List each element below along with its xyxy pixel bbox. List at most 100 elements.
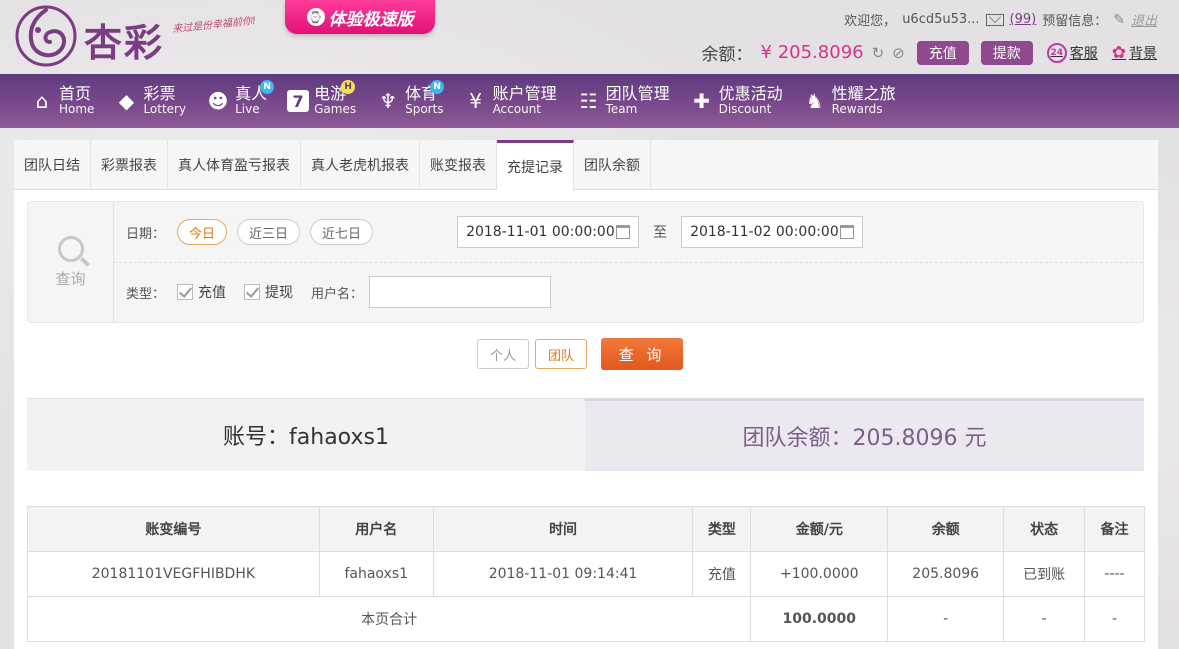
logout-link[interactable]: 退出 — [1131, 10, 1157, 29]
nav-item-rewards[interactable]: ♞ 性耀之旅 Rewards — [803, 74, 896, 128]
team-scope-button[interactable]: 团队 — [535, 339, 588, 369]
table-row: 20181101VEGFHIBDHK fahaoxs1 2018-11-01 09:… — [27, 551, 1145, 597]
nav-item-lottery[interactable]: ◆ 彩票 Lottery — [114, 74, 186, 128]
nav-label-en: Team — [605, 102, 638, 117]
column-header: 备注 — [1084, 506, 1145, 552]
date-label: 日期： — [126, 226, 166, 242]
nav-live-icon: ☻ — [207, 89, 229, 113]
nav-label-en: Discount — [718, 102, 772, 117]
amount-cell: +100.0000 — [750, 551, 889, 597]
balance-value: ¥ 205.8096 — [760, 42, 864, 63]
background-label: 背景 — [1129, 45, 1157, 62]
withdraw-checkbox-label: 提现 — [265, 285, 294, 301]
username-cell: fahaoxs1 — [318, 551, 434, 597]
nav-team-icon: ☷ — [579, 89, 598, 113]
message-count-link[interactable]: (99) — [1010, 12, 1037, 27]
nav-text: 团队管理 Team — [605, 84, 670, 117]
username-text: u6cd5u53... — [902, 12, 980, 27]
tab-5[interactable]: 充提记录 — [497, 140, 574, 191]
nav-item-home[interactable]: ⌂ 首页 Home — [30, 74, 95, 128]
background-link[interactable]: ✿ 背景 — [1112, 43, 1157, 63]
status-cell: 已到账 — [1003, 551, 1086, 597]
withdraw-button[interactable]: 提款 — [980, 40, 1033, 65]
checkbox-icon[interactable] — [244, 284, 261, 300]
personal-scope-button[interactable]: 个人 — [477, 339, 530, 369]
nav-label-en: Live — [235, 102, 260, 117]
search-side-label: 查询 — [55, 269, 86, 288]
nav-label-cn: 优惠活动 — [718, 84, 783, 104]
nav-label-cn: 账户管理 — [492, 84, 557, 104]
nav-discount-icon: ✚ — [693, 89, 710, 113]
main-nav: ⌂ 首页 Home ◆ 彩票 Lottery ☻ 真人 Live N 7 电游 Games H ♆ 体育 Spo… — [0, 74, 1179, 128]
nav-label-cn: 团队管理 — [605, 84, 670, 104]
fast-version-button[interactable]: ⌚ 体验极速版 — [285, 0, 435, 34]
calendar-icon[interactable] — [840, 225, 855, 239]
tab-0[interactable]: 团队日结 — [14, 140, 91, 190]
reserve-info-label: 预留信息： — [1042, 14, 1108, 29]
time-cell: 2018-11-01 09:14:41 — [432, 551, 694, 597]
table-total-row: 本页合计 100.0000 - - - — [26, 596, 1145, 642]
nav-text: 优惠活动 Discount — [718, 84, 783, 117]
column-header: 类型 — [692, 506, 752, 552]
type-label: 类型： — [126, 286, 166, 302]
logo-text: 杏彩 — [84, 20, 165, 65]
report-panel: 团队日结 彩票报表 真人体育盈亏报表 真人老虎机报表 账变报表 充提记录 团队余额 查询 日… — [14, 140, 1158, 649]
tab-1[interactable]: 彩票报表 — [91, 140, 168, 190]
query-button[interactable]: 查 询 — [601, 338, 684, 370]
tab-2[interactable]: 真人体育盈亏报表 — [168, 140, 301, 190]
checkbox-icon[interactable] — [177, 284, 194, 300]
nav-item-team[interactable]: ☷ 团队管理 Team — [577, 74, 670, 128]
range-today-button[interactable]: 今日 — [177, 219, 228, 245]
edit-icon[interactable]: ✎ — [1113, 12, 1125, 28]
type-cell: 充值 — [692, 551, 752, 597]
header: 杏彩 来过是份幸福前你! ⌚ 体验极速版 欢迎您， u6cd5u53... (9… — [0, 0, 1179, 74]
nav-item-account[interactable]: ¥ 账户管理 Account — [464, 74, 557, 128]
nav-item-sports[interactable]: ♆ 体育 Sports N — [376, 74, 445, 128]
nav-label-en: Account — [492, 102, 542, 117]
tab-3[interactable]: 真人老虎机报表 — [301, 140, 420, 190]
summary-bar: 账号：fahaoxs1 团队余额：205.8096 元 — [27, 398, 1144, 471]
nav-text: 账户管理 Account — [492, 84, 557, 117]
report-tabs: 团队日结 彩票报表 真人体育盈亏报表 真人老虎机报表 账变报表 充提记录 团队余额 — [14, 140, 1158, 191]
nav-badge: H — [341, 80, 356, 94]
nav-badge: N — [260, 80, 275, 94]
column-header: 余额 — [887, 506, 1005, 552]
refresh-icon[interactable]: ↻ — [872, 44, 885, 62]
logo[interactable]: 杏彩 来过是份幸福前你! — [14, 4, 274, 70]
range-3days-button[interactable]: 近三日 — [237, 219, 301, 245]
nav-games-icon: 7 — [287, 90, 310, 112]
deposit-button[interactable]: 充值 — [916, 40, 969, 65]
username-input[interactable] — [369, 276, 552, 308]
customer-service-link[interactable]: 24 客服 — [1046, 42, 1098, 63]
tab-6[interactable]: 团队余额 — [574, 140, 651, 190]
balance-label: 余额： — [701, 45, 753, 65]
nav-item-games[interactable]: 7 电游 Games H — [287, 74, 356, 128]
welcome-text: 欢迎您， — [844, 14, 897, 29]
watch-icon: ⌚ — [306, 8, 325, 26]
deposit-checkbox[interactable]: 充值 — [177, 282, 226, 302]
nav-item-discount[interactable]: ✚ 优惠活动 Discount — [690, 74, 783, 128]
nav-label-cn: 彩票 — [143, 84, 176, 104]
total-amount: 100.0000 — [750, 596, 889, 642]
withdraw-checkbox[interactable]: 提现 — [244, 282, 293, 302]
nav-label-en: Lottery — [143, 102, 187, 117]
range-7days-button[interactable]: 近七日 — [310, 219, 374, 245]
column-header: 状态 — [1003, 506, 1086, 552]
records-table: 账变编号 用户名 时间 类型 金额/元 余额 状态 备注 20181101VEGFHIBDHK… — [26, 506, 1145, 642]
column-header: 时间 — [432, 506, 694, 552]
search-form: 查询 日期： 今日 近三日 近七日 2018-11-01 00:00:00 至 … — [27, 201, 1144, 323]
mail-icon[interactable] — [985, 13, 1004, 26]
nav-label-en: Games — [314, 102, 357, 117]
nav-label-en: Rewards — [831, 102, 883, 117]
start-date-input[interactable]: 2018-11-01 00:00:00 — [457, 216, 640, 248]
total-note: - — [1084, 596, 1145, 642]
table-header-row: 账变编号 用户名 时间 类型 金额/元 余额 状态 备注 — [27, 506, 1145, 552]
user-info-bar: 欢迎您， u6cd5u53... (99) 预留信息： ✎ 退出 — [844, 10, 1157, 30]
nav-item-live[interactable]: ☻ 真人 Live N — [206, 74, 275, 128]
nav-label-en: Sports — [405, 102, 444, 117]
column-header: 金额/元 — [750, 506, 889, 552]
hide-balance-icon[interactable]: ⊘ — [892, 44, 905, 62]
end-date-input[interactable]: 2018-11-02 00:00:00 — [681, 216, 864, 248]
tab-4[interactable]: 账变报表 — [420, 140, 497, 190]
calendar-icon[interactable] — [616, 225, 631, 239]
